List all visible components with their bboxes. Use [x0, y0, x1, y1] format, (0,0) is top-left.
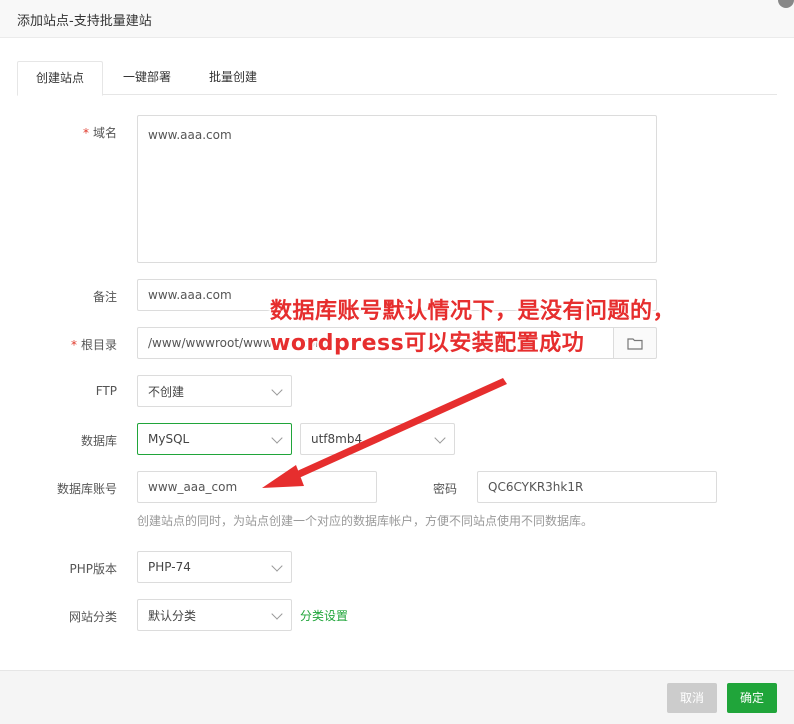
dialog-footer: 取消 确定 — [0, 670, 794, 724]
cancel-button[interactable]: 取消 — [667, 683, 717, 713]
tab-bar: 创建站点 一键部署 批量创建 — [17, 61, 777, 96]
required-mark: * — [70, 338, 77, 352]
confirm-button[interactable]: 确定 — [727, 683, 777, 713]
remark-label: 备注 — [92, 290, 117, 304]
ftp-label: FTP — [95, 384, 117, 398]
chevron-down-icon — [271, 384, 283, 396]
tab-create-site[interactable]: 创建站点 — [17, 61, 103, 96]
tab-one-click-deploy[interactable]: 一键部署 — [109, 61, 185, 95]
close-icon[interactable] — [778, 0, 794, 8]
dialog-titlebar: 添加站点-支持批量建站 — [0, 0, 794, 38]
database-charset-value: utf8mb4 — [311, 432, 363, 446]
database-type-select[interactable]: MySQL — [137, 423, 292, 455]
tab-batch-create[interactable]: 批量创建 — [195, 61, 271, 95]
annotation-line-1: 数据库账号默认情况下，是没有问题的， — [270, 299, 676, 324]
category-settings-link[interactable]: 分类设置 — [300, 607, 348, 624]
db-hint-text: 创建站点的同时，为站点创建一个对应的数据库帐户，方便不同站点使用不同数据库。 — [137, 514, 594, 528]
database-charset-select[interactable]: utf8mb4 — [300, 423, 455, 455]
category-label: 网站分类 — [68, 610, 117, 624]
category-select[interactable]: 默认分类 — [137, 599, 292, 631]
php-label: PHP版本 — [69, 562, 118, 576]
ftp-select[interactable]: 不创建 — [137, 375, 292, 407]
chevron-down-icon — [434, 432, 446, 444]
folder-icon — [627, 338, 643, 350]
ftp-value: 不创建 — [148, 384, 185, 399]
password-label: 密码 — [432, 482, 457, 496]
password-value: QC6CYKR3hk1R — [488, 480, 584, 494]
required-mark: * — [82, 126, 89, 140]
chevron-down-icon — [271, 560, 283, 572]
php-version-value: PHP-74 — [148, 560, 191, 574]
chevron-down-icon — [271, 432, 283, 444]
chevron-down-icon — [271, 608, 283, 620]
root-label: * 根目录 — [17, 336, 117, 353]
db-account-value: www_aaa_com — [148, 480, 238, 494]
browse-folder-button[interactable] — [613, 327, 657, 359]
root-label-text: 根目录 — [80, 338, 117, 352]
category-value: 默认分类 — [148, 608, 197, 623]
php-version-select[interactable]: PHP-74 — [137, 551, 292, 583]
remark-value: www.aaa.com — [148, 288, 232, 302]
password-input[interactable]: QC6CYKR3hk1R — [477, 471, 717, 503]
annotation-arrow — [262, 378, 507, 488]
domain-textarea[interactable]: www.aaa.com — [137, 115, 657, 263]
domain-label: * 域名 — [17, 124, 117, 141]
database-type-value: MySQL — [148, 432, 190, 446]
dialog-title: 添加站点-支持批量建站 — [17, 14, 152, 29]
domain-value: www.aaa.com — [148, 128, 232, 142]
db-account-label: 数据库账号 — [56, 482, 117, 496]
domain-label-text: 域名 — [92, 126, 117, 140]
database-label: 数据库 — [80, 434, 117, 448]
db-account-input[interactable]: www_aaa_com — [137, 471, 377, 503]
annotation-line-2: wordpress可以安装配置成功 — [270, 331, 585, 356]
